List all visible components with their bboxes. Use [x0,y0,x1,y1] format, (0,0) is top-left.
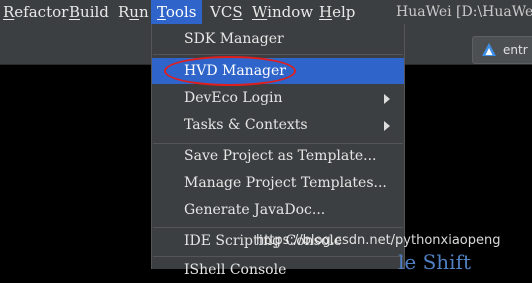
watermark-text: https://blog.csdn.net/pythonxiaopeng [256,233,501,248]
menu-tools-rest: ools [165,3,197,21]
run-config-label: entr [503,43,528,57]
menu-build-rest: uild [80,3,109,21]
menu-help-rest: elp [332,3,356,21]
submenu-arrow-icon [384,121,390,131]
menu-item-label: Manage Project Templates... [184,175,387,191]
menu-item-label: IShell Console [184,262,287,278]
menu-tools[interactable]: Tools [151,0,203,24]
window-title: HuaWei [D:\HuaWei [396,4,532,20]
menu-item-save-project-as-template[interactable]: Save Project as Template... [152,143,404,169]
menu-item-label: Save Project as Template... [184,148,377,164]
menu-bar: Refactor Build Run Tools VCS Window Help… [0,0,532,24]
submenu-arrow-icon [384,94,390,104]
menu-build[interactable]: Build [69,0,109,24]
menu-item-label: Generate JavaDoc... [184,202,326,218]
run-config-combo[interactable]: entr [472,36,532,64]
menu-window[interactable]: Window [252,0,313,24]
menu-separator [153,54,403,55]
menu-help[interactable]: Help [319,0,355,24]
menu-window-rest: indow [267,3,314,21]
menu-item-ishell-console[interactable]: IShell Console [152,257,404,283]
menu-vcs-label: VC [210,3,233,21]
menu-item-hvd-manager[interactable]: HVD Manager [152,58,404,84]
menu-item-tasks-contexts[interactable]: Tasks & Contexts [152,112,404,138]
menu-item-label: Tasks & Contexts [184,117,308,133]
huawei-app-icon [482,43,496,56]
menu-vcs[interactable]: VCS [210,0,243,24]
menu-refactor-rest: efactor [14,3,69,21]
menu-item-manage-project-templates[interactable]: Manage Project Templates... [152,170,404,196]
menu-run[interactable]: Run [118,0,149,24]
menu-item-sdk-manager[interactable]: SDK Manager [152,26,404,52]
menu-item-label: SDK Manager [184,31,284,47]
editor-hint-text: le Shift [398,250,472,274]
menu-run-label: R [118,3,130,21]
menu-item-generate-javadoc[interactable]: Generate JavaDoc... [152,197,404,223]
menu-refactor[interactable]: Refactor [3,0,68,24]
menu-item-label: DevEco Login [184,90,283,106]
menu-item-label: HVD Manager [184,63,286,79]
menu-item-deveco-login[interactable]: DevEco Login [152,85,404,111]
